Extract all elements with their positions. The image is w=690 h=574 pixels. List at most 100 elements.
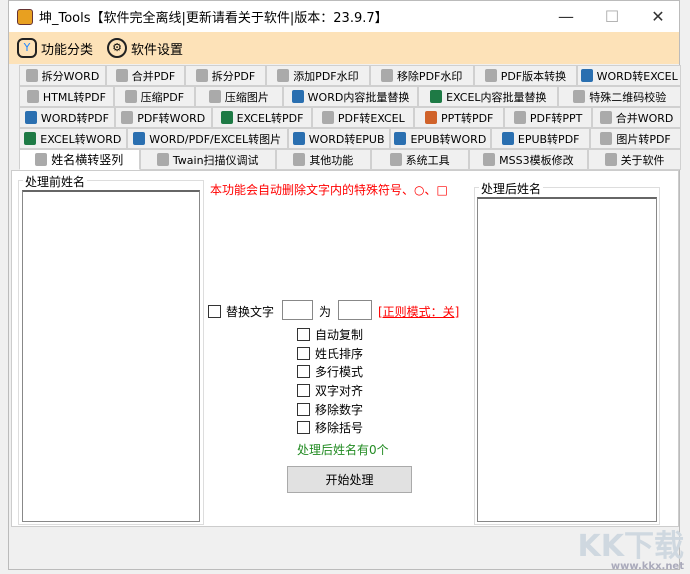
tab-label: PDF转EXCEL xyxy=(337,111,405,125)
tab-0-0[interactable]: 拆分WORD xyxy=(19,65,106,86)
tab-1-5[interactable]: 特殊二维码校验 xyxy=(558,86,681,107)
tab-2-2[interactable]: EXCEL转PDF xyxy=(211,107,313,128)
minimize-button[interactable]: — xyxy=(543,1,589,32)
app-icon xyxy=(17,8,33,25)
tab-row: HTML转PDF 压缩PDF 压缩图片 WORD内容批量替换 EXCEL内容批量替换 特殊… xyxy=(11,86,681,107)
option-checkbox-2[interactable]: 多行模式 xyxy=(297,363,363,380)
tab-2-4[interactable]: PPT转PDF xyxy=(414,107,505,128)
tab-0-1[interactable]: 合并PDF xyxy=(105,65,185,86)
tab-label: 添加PDF水印 xyxy=(293,69,359,83)
tab-0-3[interactable]: 添加PDF水印 xyxy=(266,65,370,86)
tab-1-4[interactable]: EXCEL内容批量替换 xyxy=(418,86,559,107)
tab-label: 关于软件 xyxy=(620,153,665,167)
tab-label: 压缩图片 xyxy=(224,90,269,104)
option-checkbox-4[interactable]: 移除数字 xyxy=(297,401,363,418)
tab-icon xyxy=(483,153,496,166)
tab-row: 拆分WORD 合并PDF 拆分PDF 添加PDF水印 移除PDF水印 PDF版本转换 WOR… xyxy=(11,65,682,86)
checkbox[interactable] xyxy=(208,305,221,318)
after-names-textarea[interactable] xyxy=(477,197,657,522)
checkbox[interactable] xyxy=(297,403,310,416)
tab-icon xyxy=(208,90,221,103)
tab-1-3[interactable]: WORD内容批量替换 xyxy=(282,86,419,107)
tab-label: 合并WORD xyxy=(615,111,674,125)
tab-icon xyxy=(25,69,38,82)
checkbox[interactable] xyxy=(297,347,310,360)
tab-1-0[interactable]: HTML转PDF xyxy=(19,86,114,107)
tab-label: EXCEL转PDF xyxy=(236,111,304,125)
checkbox[interactable] xyxy=(297,384,310,397)
menu-function-category[interactable]: Y 功能分类 xyxy=(17,38,93,58)
tab-4-1[interactable]: Twain扫描仪调试 xyxy=(139,149,276,170)
tab-icon xyxy=(599,111,612,124)
tab-4-3[interactable]: 系统工具 xyxy=(370,149,469,170)
start-process-button[interactable]: 开始处理 xyxy=(287,466,412,493)
after-names-group: 处理后姓名 xyxy=(474,180,660,525)
tab-0-6[interactable]: WORD转EXCEL xyxy=(577,65,682,86)
menu-bar: Y 功能分类 ⚙ 软件设置 xyxy=(9,32,679,64)
tab-3-3[interactable]: EPUB转WORD xyxy=(389,128,492,149)
maximize-button[interactable]: ☐ xyxy=(589,1,635,32)
replace-to-input[interactable] xyxy=(338,300,372,320)
replace-from-input[interactable] xyxy=(282,300,313,320)
tab-label: 姓名横转竖列 xyxy=(51,153,124,167)
checkbox[interactable] xyxy=(297,328,310,341)
tab-label: 拆分WORD xyxy=(41,69,100,83)
before-names-textarea[interactable] xyxy=(22,190,200,522)
close-button[interactable]: ✕ xyxy=(635,1,681,32)
tab-icon xyxy=(580,69,593,82)
tab-label: WORD内容批量替换 xyxy=(307,90,410,104)
replace-text-checkbox[interactable]: 替换文字 xyxy=(208,303,274,320)
tab-2-0[interactable]: WORD转PDF xyxy=(19,107,115,128)
tab-label: PPT转PDF xyxy=(440,111,494,125)
tab-2-1[interactable]: PDF转WORD xyxy=(114,107,212,128)
tab-1-1[interactable]: 压缩PDF xyxy=(113,86,195,107)
tab-icon xyxy=(121,111,134,124)
tab-label: 其他功能 xyxy=(309,153,354,167)
tab-panel-name-convert: 处理前姓名 本功能会自动删除文字内的特殊符号、○、□ 替换文字 为 [正则模式：… xyxy=(11,170,679,527)
tab-3-4[interactable]: EPUB转PDF xyxy=(491,128,591,149)
tab-0-4[interactable]: 移除PDF水印 xyxy=(369,65,474,86)
checkbox[interactable] xyxy=(297,421,310,434)
before-names-group: 处理前姓名 xyxy=(18,173,204,525)
tab-4-4[interactable]: MSS3模板修改 xyxy=(468,149,589,170)
tab-label: 压缩PDF xyxy=(140,90,185,104)
tab-icon xyxy=(501,132,514,145)
menu-label: 软件设置 xyxy=(131,42,184,58)
option-checkbox-1[interactable]: 姓氏排序 xyxy=(297,345,363,362)
menu-software-settings[interactable]: ⚙ 软件设置 xyxy=(107,38,183,58)
window-title: 坤_Tools【软件完全离线|更新请看关于软件|版本：23.9.7】 xyxy=(39,11,388,26)
filter-icon: Y xyxy=(17,38,37,58)
tab-3-0[interactable]: EXCEL转WORD xyxy=(19,128,127,149)
before-names-label: 处理前姓名 xyxy=(23,173,88,190)
tab-2-3[interactable]: PDF转EXCEL xyxy=(312,107,415,128)
regex-mode-link[interactable]: [正则模式：关] xyxy=(378,303,459,320)
checkbox[interactable] xyxy=(297,365,310,378)
tab-label: 图片转PDF xyxy=(616,132,671,146)
option-label: 双字对齐 xyxy=(315,384,364,398)
tab-0-5[interactable]: PDF版本转换 xyxy=(473,65,578,86)
option-label: 自动复制 xyxy=(315,328,364,342)
tab-icon xyxy=(195,69,208,82)
tab-0-2[interactable]: 拆分PDF xyxy=(185,65,267,86)
tab-label: EPUB转PDF xyxy=(517,132,580,146)
tab-2-5[interactable]: PDF转PPT xyxy=(504,107,593,128)
tab-label: WORD转EPUB xyxy=(308,132,385,146)
tab-icon xyxy=(291,90,304,103)
tab-4-2[interactable]: 其他功能 xyxy=(275,149,371,170)
option-checkbox-5[interactable]: 移除括号 xyxy=(297,419,363,436)
tab-label: HTML转PDF xyxy=(42,90,106,104)
option-checkbox-0[interactable]: 自动复制 xyxy=(297,326,363,343)
tab-icon xyxy=(115,69,128,82)
tab-3-1[interactable]: WORD/PDF/EXCEL转图片 xyxy=(126,128,288,149)
tab-icon xyxy=(292,132,305,145)
tab-4-5[interactable]: 关于软件 xyxy=(588,149,681,170)
tab-4-0[interactable]: 姓名横转竖列 xyxy=(19,149,140,170)
tab-icon xyxy=(513,111,526,124)
tab-icon xyxy=(24,111,37,124)
tab-row: EXCEL转WORD WORD/PDF/EXCEL转图片 WORD转EPUB EPUB… xyxy=(11,128,681,149)
tab-3-2[interactable]: WORD转EPUB xyxy=(287,128,390,149)
tab-1-2[interactable]: 压缩图片 xyxy=(194,86,283,107)
tab-2-6[interactable]: 合并WORD xyxy=(592,107,681,128)
option-checkbox-3[interactable]: 双字对齐 xyxy=(297,382,363,399)
tab-3-5[interactable]: 图片转PDF xyxy=(590,128,681,149)
